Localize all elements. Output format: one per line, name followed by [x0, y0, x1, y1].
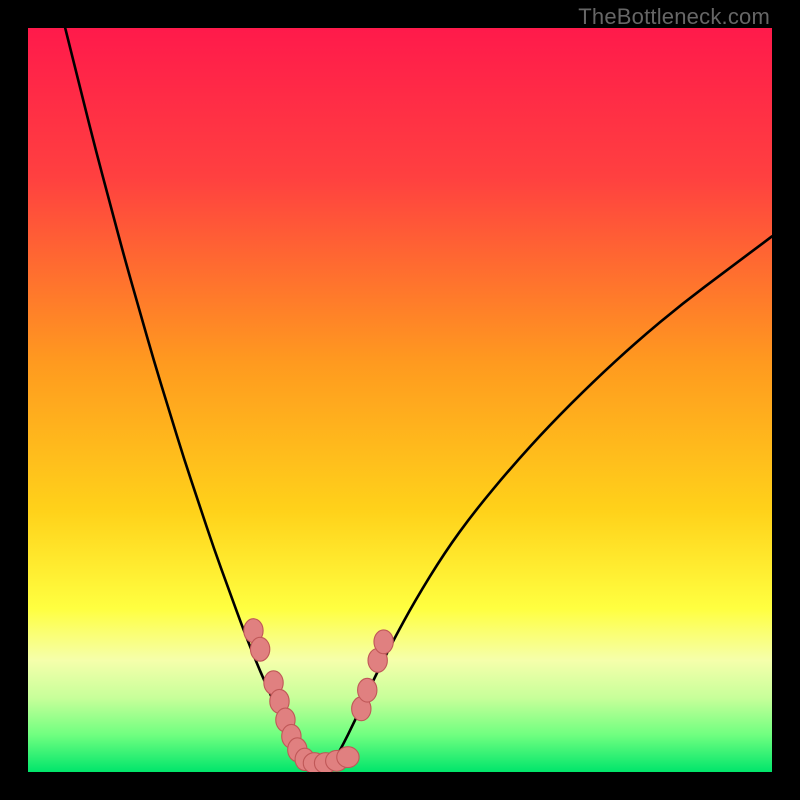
marker-13: [358, 678, 377, 702]
watermark-text: TheBottleneck.com: [578, 4, 770, 30]
gradient-background: [28, 28, 772, 772]
chart-svg: [28, 28, 772, 772]
plot-area: [28, 28, 772, 772]
marker-1: [250, 637, 269, 661]
marker-11: [337, 747, 359, 768]
outer-frame: TheBottleneck.com: [0, 0, 800, 800]
marker-15: [374, 630, 393, 654]
